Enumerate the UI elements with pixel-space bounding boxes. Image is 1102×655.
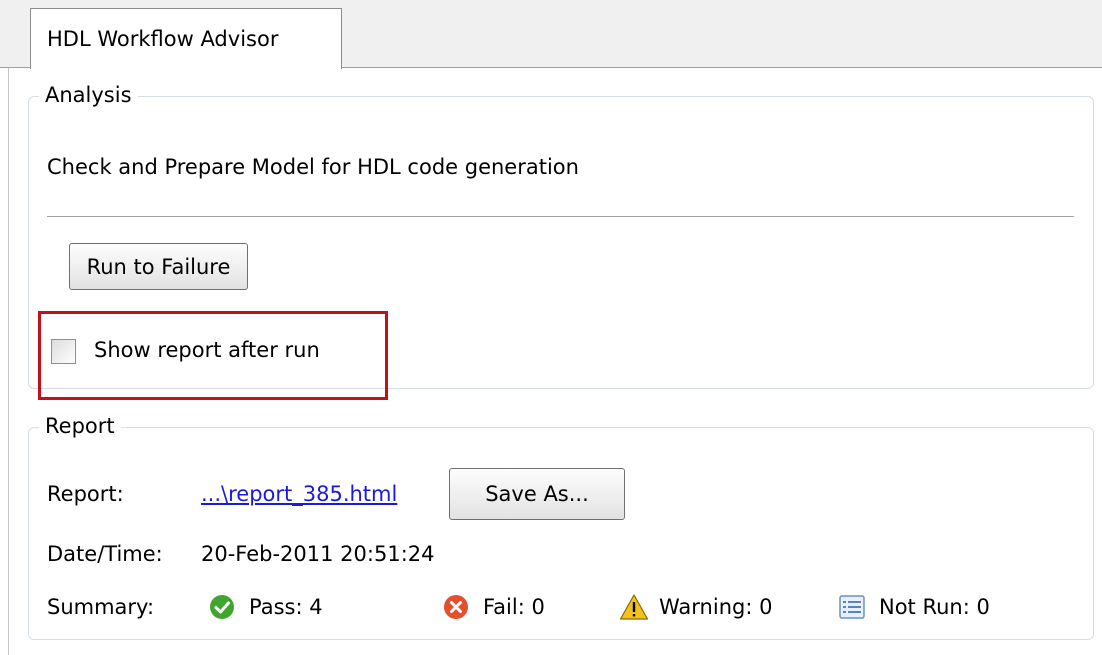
fail-count: Fail: 0: [483, 595, 545, 619]
hdl-workflow-advisor-panel: HDL Workflow Advisor Analysis Check and …: [0, 0, 1102, 655]
not-run-count: Not Run: 0: [879, 595, 990, 619]
tab-label: HDL Workflow Advisor: [47, 27, 279, 51]
tab-strip: HDL Workflow Advisor: [0, 0, 1102, 69]
warning-count: Warning: 0: [659, 595, 773, 619]
report-label: Report:: [47, 482, 124, 506]
highlight-box: [38, 311, 388, 400]
datetime-value: 20-Feb-2011 20:51:24: [201, 542, 435, 566]
save-as-button[interactable]: Save As...: [449, 468, 625, 520]
analysis-title: Analysis: [39, 82, 138, 108]
left-border: [8, 0, 9, 655]
warning-triangle-icon: [619, 594, 649, 620]
x-circle-icon: [444, 595, 468, 619]
list-icon: [839, 595, 865, 619]
check-circle-icon: [210, 595, 234, 619]
summary-label: Summary:: [47, 595, 155, 619]
report-link[interactable]: ...\report_385.html: [201, 482, 397, 506]
divider: [47, 216, 1074, 217]
pass-count: Pass: 4: [249, 595, 323, 619]
report-group: Report Report: ...\report_385.html Save …: [28, 413, 1094, 640]
report-title: Report: [39, 413, 121, 439]
tab-hdl-workflow-advisor[interactable]: HDL Workflow Advisor: [30, 8, 342, 69]
run-to-failure-button[interactable]: Run to Failure: [69, 243, 248, 290]
datetime-label: Date/Time:: [47, 542, 163, 566]
analysis-description: Check and Prepare Model for HDL code gen…: [47, 155, 579, 179]
